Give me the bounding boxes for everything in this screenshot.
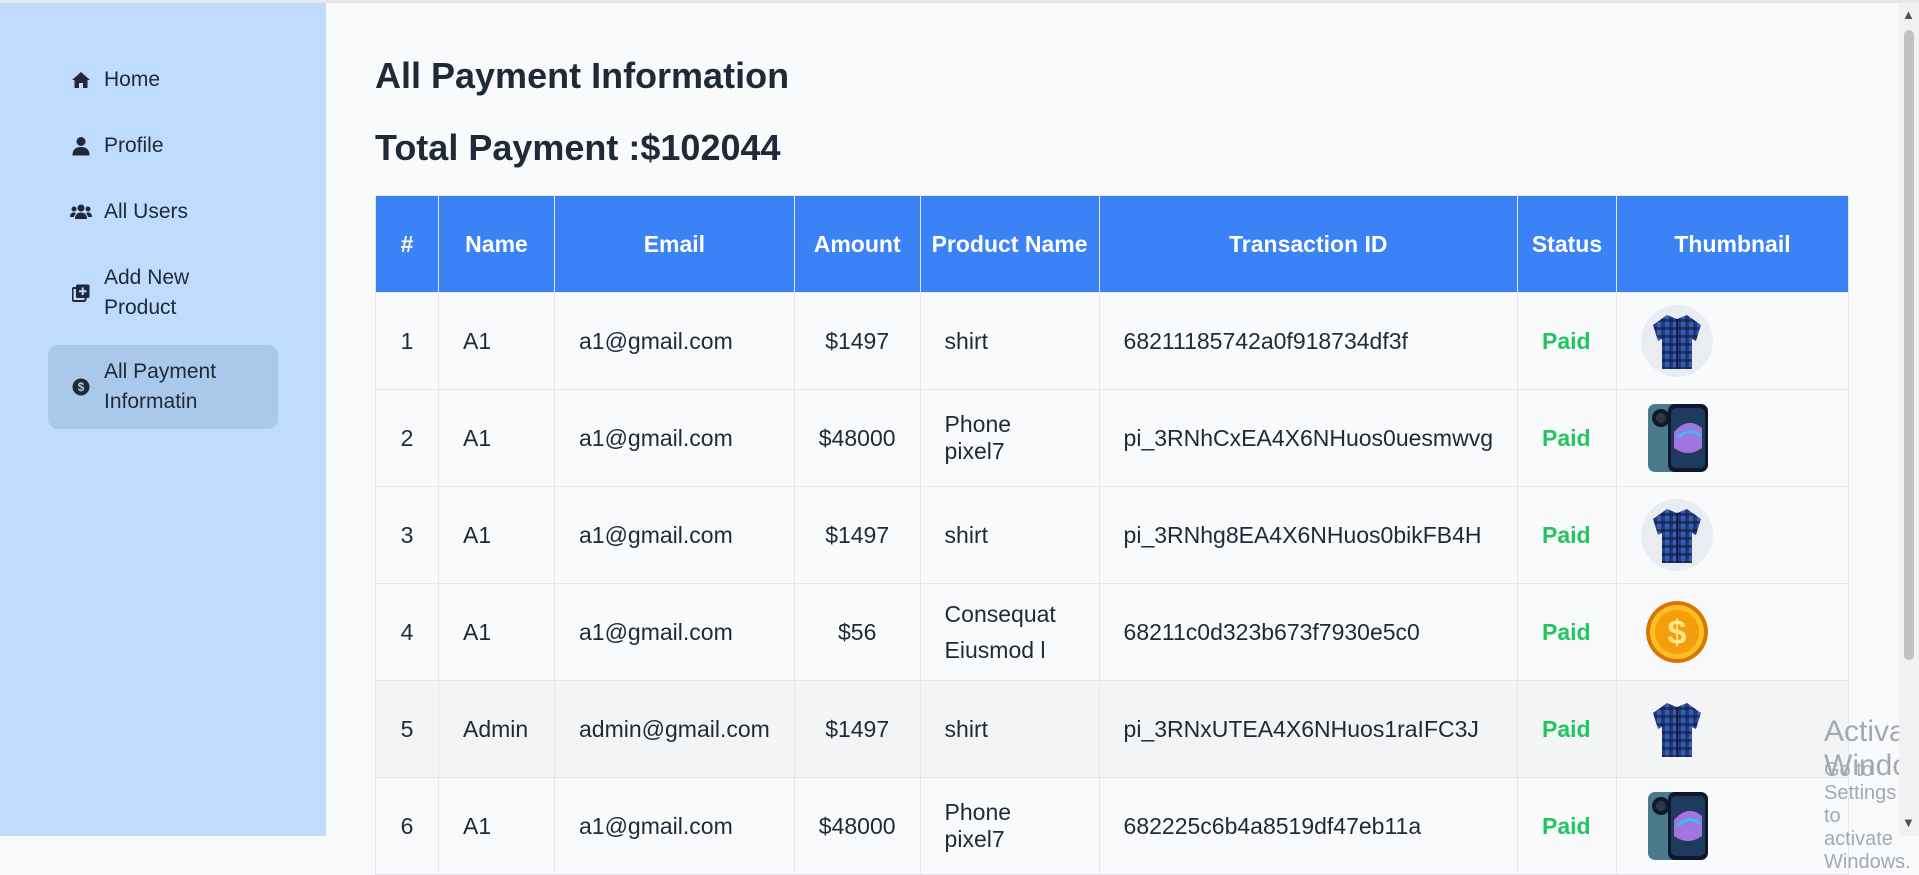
cell-email: a1@gmail.com <box>554 583 795 681</box>
scroll-up-arrow-icon[interactable]: ▲ <box>1902 7 1915 22</box>
cell-transaction-id: pi_3RNhg8EA4X6NHuos0bikFB4H <box>1098 486 1519 584</box>
column-header-number: # <box>375 195 439 293</box>
sidebar-item-label: All Users <box>104 200 189 223</box>
cell-name: A1 <box>438 583 555 681</box>
page-title: All Payment Information <box>375 55 790 96</box>
vertical-scrollbar[interactable]: ▲ ▼ <box>1899 3 1919 836</box>
cell-amount: $56 <box>793 583 921 681</box>
cell-thumbnail <box>1616 680 1849 778</box>
table-row: 1 A1 a1@gmail.com $1497 shirt 6821118574… <box>375 292 1849 390</box>
sidebar-item-profile[interactable]: Profile <box>48 131 278 161</box>
table-row: 4 A1 a1@gmail.com $56 Consequat Eiusmod … <box>375 583 1849 681</box>
cell-transaction-id: 68211c0d323b673f7930e5c0 <box>1098 583 1519 681</box>
cell-product-name: shirt <box>919 486 1100 584</box>
cell-transaction-id: pi_3RNhCxEA4X6NHuos0uesmwvg <box>1098 389 1519 487</box>
cell-thumbnail <box>1616 292 1849 390</box>
shirt-thumbnail <box>1641 693 1713 765</box>
sidebar-item-add-new-product[interactable]: Add New Product <box>48 263 248 323</box>
cell-amount: $1497 <box>793 486 921 584</box>
status-badge: Paid <box>1517 486 1617 584</box>
users-icon <box>70 197 92 227</box>
table-row: 5 Admin admin@gmail.com $1497 shirt pi_3… <box>375 680 1849 778</box>
svg-text:$: $ <box>1668 614 1687 652</box>
sidebar-item-label: Home <box>104 68 161 91</box>
column-header-transaction-id: Transaction ID <box>1098 195 1519 293</box>
cell-email: a1@gmail.com <box>554 292 795 390</box>
table-row: 6 A1 a1@gmail.com $48000 Phone pixel7 68… <box>375 777 1849 875</box>
cell-product-name: Consequat Eiusmod l <box>919 583 1100 681</box>
add-product-icon <box>70 263 92 323</box>
phone-thumbnail <box>1641 790 1713 862</box>
status-badge: Paid <box>1517 389 1617 487</box>
column-header-email: Email <box>554 195 795 293</box>
scrollbar-thumb[interactable] <box>1904 30 1914 660</box>
cell-email: a1@gmail.com <box>554 486 795 584</box>
coin-thumbnail: $ <box>1641 596 1713 668</box>
sidebar-item-label: Profile <box>104 134 164 157</box>
home-icon <box>70 65 92 95</box>
cell-email: admin@gmail.com <box>554 680 795 778</box>
table-row: 3 A1 a1@gmail.com $1497 shirt pi_3RNhg8E… <box>375 486 1849 584</box>
cell-number: 1 <box>375 292 439 390</box>
sidebar: Home Profile All Users Add New Product $… <box>0 3 326 836</box>
svg-text:$: $ <box>78 380 85 394</box>
cell-name: Admin <box>438 680 555 778</box>
cell-email: a1@gmail.com <box>554 777 795 875</box>
cell-transaction-id: 68211185742a0f918734df3f <box>1098 292 1519 390</box>
status-badge: Paid <box>1517 583 1617 681</box>
cell-product-name: shirt <box>919 680 1100 778</box>
sidebar-item-home[interactable]: Home <box>48 65 278 95</box>
dollar-circle-icon: $ <box>70 357 92 417</box>
status-badge: Paid <box>1517 292 1617 390</box>
cell-name: A1 <box>438 777 555 875</box>
status-badge: Paid <box>1517 680 1617 778</box>
user-icon <box>70 131 92 161</box>
column-header-product-name: Product Name <box>919 195 1100 293</box>
cell-amount: $48000 <box>793 777 921 875</box>
cell-amount: $1497 <box>793 680 921 778</box>
sidebar-item-all-users[interactable]: All Users <box>48 197 278 227</box>
status-badge: Paid <box>1517 777 1617 875</box>
cell-amount: $1497 <box>793 292 921 390</box>
sidebar-item-all-payment-information[interactable]: $ All Payment Informatin <box>48 345 278 429</box>
watermark-subtitle: Go to Settings to activate Windows. <box>1824 759 1911 873</box>
phone-thumbnail <box>1641 402 1713 474</box>
cell-thumbnail: $ <box>1616 583 1849 681</box>
table-row: 2 A1 a1@gmail.com $48000 Phone pixel7 pi… <box>375 389 1849 487</box>
shirt-thumbnail <box>1641 499 1713 571</box>
cell-name: A1 <box>438 389 555 487</box>
column-header-status: Status <box>1517 195 1617 293</box>
shirt-thumbnail <box>1641 305 1713 377</box>
table-body: 1 A1 a1@gmail.com $1497 shirt 6821118574… <box>375 292 1849 875</box>
main-content: All Payment Information Total Payment :$… <box>326 3 1919 875</box>
cell-transaction-id: pi_3RNxUTEA4X6NHuos1raIFC3J <box>1098 680 1519 778</box>
cell-name: A1 <box>438 292 555 390</box>
cell-product-name: shirt <box>919 292 1100 390</box>
cell-number: 4 <box>375 583 439 681</box>
table-header: # Name Email Amount Product Name Transac… <box>375 195 1849 293</box>
cell-thumbnail <box>1616 486 1849 584</box>
cell-transaction-id: 682225c6b4a8519df47eb11a <box>1098 777 1519 875</box>
cell-number: 5 <box>375 680 439 778</box>
column-header-thumbnail: Thumbnail <box>1616 195 1849 293</box>
sidebar-item-label: Add New Product <box>104 266 190 319</box>
sidebar-item-label: All Payment Informatin <box>104 360 217 413</box>
cell-number: 6 <box>375 777 439 875</box>
cell-thumbnail <box>1616 777 1849 875</box>
cell-thumbnail <box>1616 389 1849 487</box>
cell-product-name: Phone pixel7 <box>919 777 1100 875</box>
cell-number: 2 <box>375 389 439 487</box>
cell-amount: $48000 <box>793 389 921 487</box>
column-header-name: Name <box>438 195 555 293</box>
cell-number: 3 <box>375 486 439 584</box>
scroll-down-arrow-icon[interactable]: ▼ <box>1902 815 1915 830</box>
cell-email: a1@gmail.com <box>554 389 795 487</box>
total-payment: Total Payment :$102044 <box>375 127 781 168</box>
payments-table: # Name Email Amount Product Name Transac… <box>375 195 1849 875</box>
column-header-amount: Amount <box>793 195 921 293</box>
cell-product-name: Phone pixel7 <box>919 389 1100 487</box>
cell-name: A1 <box>438 486 555 584</box>
